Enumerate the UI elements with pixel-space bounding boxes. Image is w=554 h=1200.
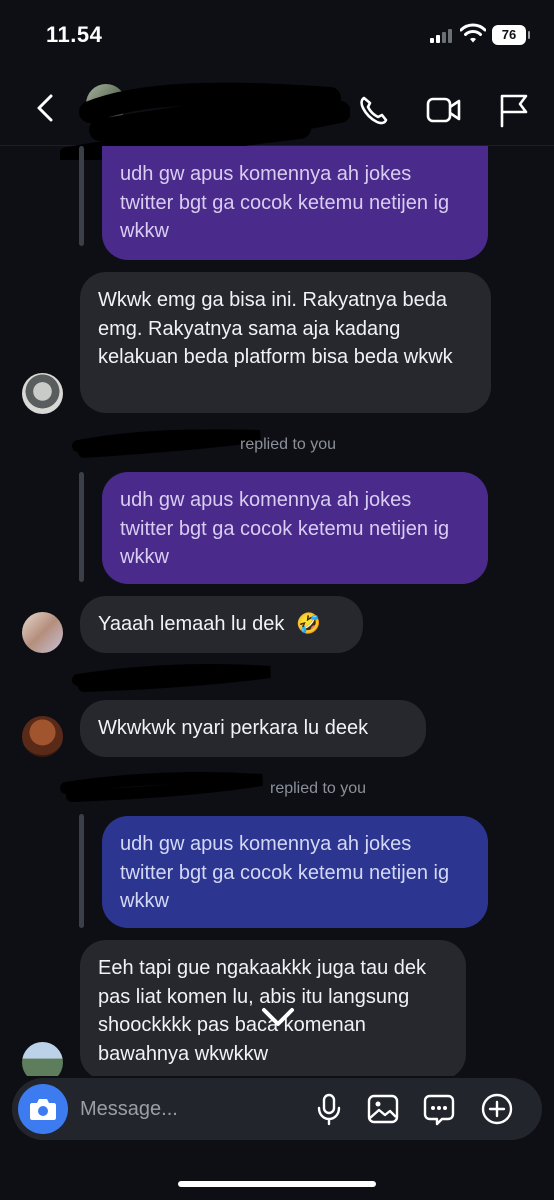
redaction-scribble xyxy=(60,772,263,802)
reply-line xyxy=(79,814,84,928)
quoted-message[interactable]: udh gw apus komennya ah jokes twitter bg… xyxy=(102,816,488,928)
status-bar: 11.54 76 xyxy=(0,0,554,70)
wifi-icon xyxy=(460,23,486,43)
camera-icon xyxy=(30,1099,56,1120)
redaction-scribble xyxy=(72,664,271,692)
quoted-message[interactable]: udh gw apus komennya ah jokes twitter bg… xyxy=(102,472,488,584)
scroll-down-chevron-icon[interactable] xyxy=(258,1002,298,1032)
sticker-icon[interactable] xyxy=(422,1092,456,1126)
message-list[interactable]: udh gw apus komennya ah jokes twitter bg… xyxy=(0,146,554,1076)
back-arrow-icon[interactable] xyxy=(30,92,62,124)
status-time: 11.54 xyxy=(46,22,103,47)
plus-icon[interactable] xyxy=(480,1092,514,1126)
message-composer: Message... xyxy=(12,1078,542,1140)
message-text: Yaaah lemaah lu dek xyxy=(98,613,285,635)
reply-label: replied to you xyxy=(240,436,337,453)
microphone-icon[interactable] xyxy=(312,1092,346,1126)
battery-indicator: 76 xyxy=(492,25,530,45)
image-icon[interactable] xyxy=(366,1092,400,1126)
chat-header xyxy=(0,70,554,160)
phone-icon[interactable] xyxy=(354,90,394,130)
video-icon[interactable] xyxy=(424,90,464,130)
home-indicator xyxy=(178,1181,376,1187)
message-input[interactable]: Message... xyxy=(80,1098,178,1121)
incoming-message[interactable]: Wkwk emg ga bisa ini. Rakyatnya beda emg… xyxy=(80,272,491,413)
camera-button[interactable] xyxy=(18,1084,68,1134)
signal-icon xyxy=(430,27,456,43)
sender-avatar[interactable] xyxy=(22,1042,63,1076)
rofl-emoji: 🤣 xyxy=(296,613,321,635)
quoted-message[interactable]: udh gw apus komennya ah jokes twitter bg… xyxy=(102,146,488,260)
incoming-message[interactable]: Yaaah lemaah lu dek 🤣 xyxy=(80,596,363,653)
reply-label: replied to you xyxy=(270,780,367,797)
reply-line xyxy=(79,472,84,582)
sender-avatar[interactable] xyxy=(22,373,63,414)
flag-icon[interactable] xyxy=(494,90,534,130)
sender-avatar[interactable] xyxy=(22,716,63,757)
sender-avatar[interactable] xyxy=(22,612,63,653)
incoming-message[interactable]: Wkwkwk nyari perkara lu deek xyxy=(80,700,426,757)
reply-line xyxy=(79,146,84,246)
